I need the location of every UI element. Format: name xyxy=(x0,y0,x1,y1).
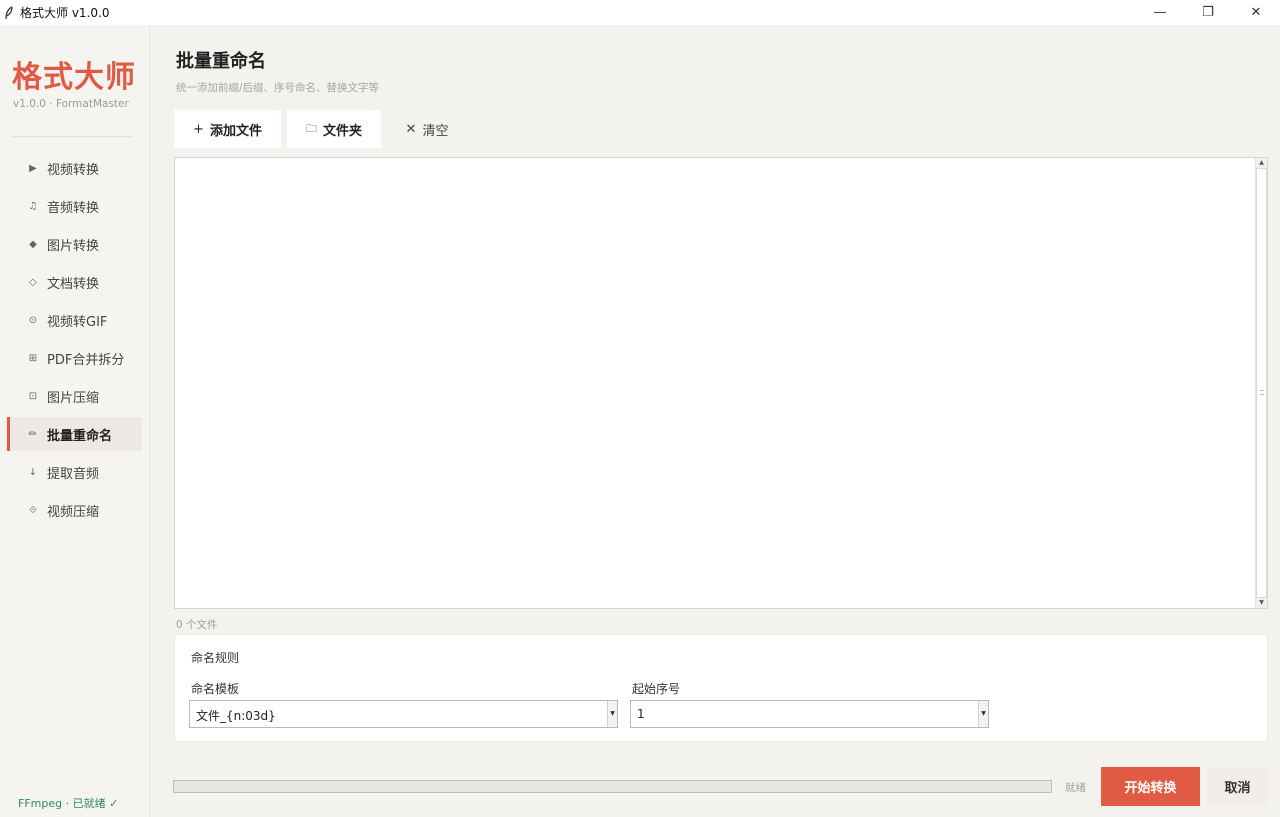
sidebar-item[interactable]: ⊙ 视频转GIF xyxy=(7,303,142,337)
naming-rules-title: 命名规则 xyxy=(191,651,240,665)
progress-bar xyxy=(173,780,1052,793)
sidebar-item-label: 图片压缩 xyxy=(47,390,100,406)
scrollbar-grip xyxy=(1260,390,1264,395)
sidebar-item[interactable]: ✏ 批量重命名 xyxy=(7,417,142,451)
minimize-button[interactable]: — xyxy=(1136,0,1184,25)
add-files-label: 添加文件 xyxy=(209,123,262,139)
start-convert-button[interactable]: 开始转换 xyxy=(1101,767,1200,806)
outline-diamond-icon: ◇ xyxy=(29,276,37,288)
sidebar-item-label: 文档转换 xyxy=(47,276,100,292)
sidebar-item-label: PDF合并拆分 xyxy=(47,352,125,368)
sidebar-item-label: 图片转换 xyxy=(47,238,100,254)
chevron-down-icon[interactable]: ▼ xyxy=(978,701,988,727)
sidebar-item[interactable]: ⊞ PDF合并拆分 xyxy=(7,341,142,375)
clear-label: 清空 xyxy=(422,123,449,139)
page-title: 批量重命名 xyxy=(176,51,266,72)
scroll-up-arrow-icon[interactable]: ▲ xyxy=(1256,158,1267,168)
page-subtitle: 统一添加前缀/后缀、序号命名、替换文字等 xyxy=(176,82,380,94)
sidebar-item[interactable]: ⊡ 图片压缩 xyxy=(7,379,142,413)
feather-icon xyxy=(2,5,16,20)
ffmpeg-status: FFmpeg · 已就绪 ✓ xyxy=(18,797,119,810)
scroll-down-arrow-icon[interactable]: ▼ xyxy=(1256,598,1267,608)
file-count: 0 个文件 xyxy=(176,619,218,631)
sidebar: 格式大师 v1.0.0 · FormatMaster ▶ 视频转换 ♫ 音频转换 ◆ 图片… xyxy=(0,25,150,817)
sidebar-nav: ▶ 视频转换 ♫ 音频转换 ◆ 图片转换 ◇ 文档转换 ⊙ 视频转GIF ⊞ PDF合并拆分 ⊡ 图片压缩… xyxy=(7,151,142,531)
sidebar-item[interactable]: ◇ 文档转换 xyxy=(7,265,142,299)
brand-logo-text: 格式大师 xyxy=(12,60,136,95)
folder-icon: 🗀 xyxy=(305,121,317,135)
add-folder-label: 文件夹 xyxy=(322,123,362,139)
sidebar-item-label: 音频转换 xyxy=(47,200,100,216)
close-x-icon: ✕ xyxy=(405,121,417,137)
sidebar-item-label: 视频转GIF xyxy=(47,314,108,330)
music-note-icon: ♫ xyxy=(28,200,38,212)
sidebar-item[interactable]: ↓ 提取音频 xyxy=(7,455,142,489)
version-label: v1.0.0 · FormatMaster xyxy=(13,98,129,110)
title-bar: 格式大师 v1.0.0 — ❐ ✕ xyxy=(0,0,1280,25)
chevron-down-icon[interactable]: ▼ xyxy=(607,701,617,727)
play-icon: ▶ xyxy=(29,162,37,174)
start-number-label: 起始序号 xyxy=(632,682,681,696)
sidebar-item-label: 提取音频 xyxy=(47,466,100,482)
plus-icon: + xyxy=(193,121,204,137)
sidebar-item-label: 视频转换 xyxy=(47,162,100,178)
template-combobox[interactable]: 文件_{n:03d} ▼ xyxy=(189,700,618,728)
square-dot-icon: ⊡ xyxy=(28,390,38,402)
grid-square-icon: ⊞ xyxy=(28,352,38,364)
diamond-dot-icon: ⟐ xyxy=(29,504,37,516)
template-label: 命名模板 xyxy=(191,682,240,696)
circle-dot-icon: ⊙ xyxy=(28,314,38,326)
diamond-icon: ◆ xyxy=(29,238,37,250)
clear-button[interactable]: ✕ 清空 xyxy=(394,110,460,148)
sidebar-item[interactable]: ▶ 视频转换 xyxy=(7,151,142,185)
start-number-spinbox[interactable]: 1 ▼ xyxy=(630,700,989,728)
template-value: 文件_{n:03d} xyxy=(196,709,276,723)
restore-button[interactable]: ❐ xyxy=(1184,0,1232,25)
sidebar-item-label: 批量重命名 xyxy=(47,428,113,444)
scrollbar-thumb[interactable] xyxy=(1256,168,1267,598)
cancel-button[interactable]: 取消 xyxy=(1207,767,1268,806)
sidebar-item[interactable]: ♫ 音频转换 xyxy=(7,189,142,223)
naming-rules-panel: 命名规则 命名模板 文件_{n:03d} ▼ 起始序号 1 ▼ xyxy=(174,634,1268,742)
file-list[interactable]: ▲ ▼ xyxy=(174,157,1268,609)
file-list-scrollbar[interactable]: ▲ ▼ xyxy=(1255,158,1267,608)
down-arrow-icon: ↓ xyxy=(28,466,38,478)
sidebar-item-label: 视频压缩 xyxy=(47,504,100,520)
sidebar-divider xyxy=(12,136,132,137)
status-text: 就绪 xyxy=(1065,782,1086,794)
start-number-value: 1 xyxy=(637,707,645,721)
window-title: 格式大师 v1.0.0 xyxy=(20,6,110,20)
close-button[interactable]: ✕ xyxy=(1232,0,1280,25)
add-folder-button[interactable]: 🗀 文件夹 xyxy=(287,110,381,148)
sidebar-item[interactable]: ◆ 图片转换 xyxy=(7,227,142,261)
pencil-icon: ✏ xyxy=(28,428,38,440)
add-files-button[interactable]: + 添加文件 xyxy=(174,110,281,148)
sidebar-item[interactable]: ⟐ 视频压缩 xyxy=(7,493,142,527)
